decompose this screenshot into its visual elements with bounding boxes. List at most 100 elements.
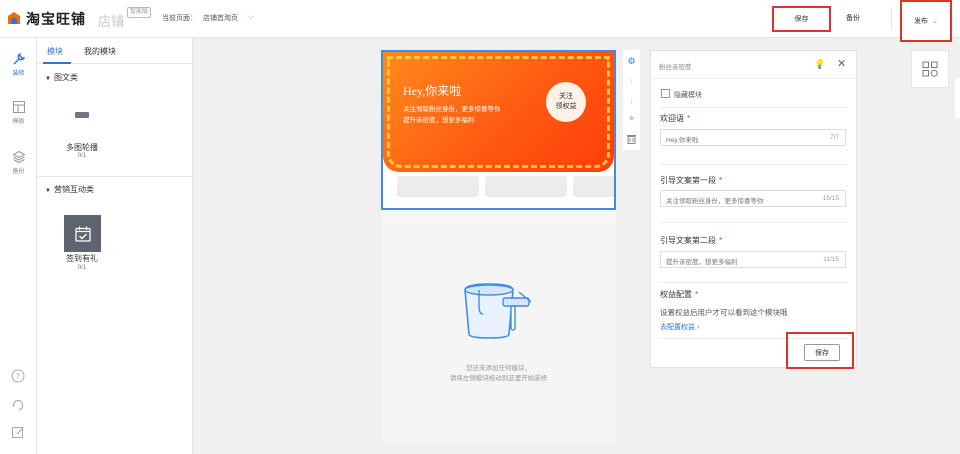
banner-title: Hey,你来啦 — [403, 84, 462, 98]
follow-line-2: 领权益 — [555, 103, 577, 110]
rail-item-decorate[interactable]: 装修 — [0, 52, 37, 77]
grid-add-icon — [922, 61, 938, 77]
publish-button[interactable]: 发布 ⌄ — [900, 0, 952, 42]
publish-label: 发布 — [914, 18, 929, 25]
required-marker: * — [719, 236, 723, 245]
fans-banner: Hey,你来啦 关注领取粉丝身份，更多惊喜等你 提升亲密度，想更多福利 关注 领… — [383, 52, 614, 172]
divider — [659, 107, 848, 108]
module-count: 0/1 — [77, 153, 87, 159]
group-title-label: 营销互动类 — [53, 185, 94, 194]
brand-logo[interactable]: 淘宝旺铺 — [6, 9, 86, 29]
required-marker: * — [695, 290, 699, 299]
logo-text: 淘宝旺铺 — [26, 11, 86, 27]
divider — [659, 164, 848, 165]
lightbulb-icon[interactable]: 💡 — [814, 59, 825, 70]
welcome-input[interactable]: Hey,你来啦 7/7 — [660, 129, 846, 146]
module-grid-button[interactable] — [911, 50, 949, 88]
field-label: 欢迎语 * — [660, 113, 690, 124]
placeholder-tile — [573, 176, 614, 197]
star-icon[interactable]: ★ — [626, 113, 637, 124]
arrow-up-icon[interactable]: ↑ — [626, 75, 637, 86]
char-counter: 11/15 — [823, 256, 839, 263]
chevron-down-icon: ⌄ — [932, 18, 938, 25]
module-name[interactable]: 签到有礼 — [57, 253, 107, 264]
module-tabs: 模块 我的模块 — [37, 38, 192, 64]
gear-icon[interactable]: ⚙ — [626, 56, 637, 67]
empty-drop-zone[interactable]: 您还未添加任何模块， 请将左侧模块拖动到这里开始装修 — [381, 218, 616, 442]
char-counter: 7/7 — [829, 134, 839, 141]
backup-button[interactable]: 备份 — [846, 13, 860, 23]
caret-down-icon: ▼ — [45, 188, 51, 194]
module-panel: 模块 我的模块 ▼ 图文类 多图轮播 0/1 ▼ 营销互动类 签到有礼 0/1 — [37, 38, 193, 454]
rail-item-backup[interactable]: 备份 — [0, 150, 37, 175]
paint-bucket-illustration — [464, 283, 532, 339]
module-count: 0/1 — [77, 265, 87, 271]
rail-item-label: 装修 — [12, 71, 25, 77]
divider — [659, 282, 848, 283]
svg-text:?: ? — [16, 372, 20, 381]
rail-item-label: 备份 — [12, 169, 25, 175]
save-button[interactable]: 保存 — [772, 6, 831, 32]
follow-button: 关注 领权益 — [546, 82, 586, 122]
help-icon[interactable]: ? — [10, 368, 26, 384]
current-page-label: 当前页面： — [162, 15, 197, 22]
close-icon[interactable]: ✕ — [837, 57, 846, 70]
required-marker: * — [719, 176, 723, 185]
edit-icon[interactable] — [10, 424, 26, 440]
guide-text-2-value: 提升亲密度，想更多福利 — [666, 259, 738, 266]
tab-my-modules[interactable]: 我的模块 — [84, 46, 116, 57]
char-counter: 15/15 — [822, 195, 839, 202]
field-label-text: 欢迎语 — [660, 114, 684, 123]
carousel-module-icon[interactable] — [75, 112, 89, 118]
divider — [651, 78, 856, 79]
placeholder-tile — [397, 176, 479, 197]
banner-line-1: 关注领取粉丝身份，更多惊喜等你 — [403, 106, 501, 113]
hide-module-checkbox[interactable] — [661, 89, 670, 98]
taobao-logo-icon — [6, 11, 22, 27]
field-label: 权益配置 * — [660, 289, 698, 300]
field-label-text: 权益配置 — [660, 290, 692, 299]
headset-icon[interactable] — [10, 396, 26, 412]
empty-hint-line-1: 您还未添加任何模块， — [466, 365, 531, 372]
settings-save-button[interactable]: 保存 — [804, 344, 840, 361]
required-marker: * — [687, 114, 691, 123]
rail-item-template[interactable]: 模板 — [0, 100, 37, 125]
field-label-text: 引导文案第一段 — [660, 176, 716, 185]
side-panel-tab[interactable] — [955, 78, 960, 118]
selected-module-fans-intimacy[interactable]: Hey,你来啦 关注领取粉丝身份，更多惊喜等你 提升亲密度，想更多福利 关注 领… — [381, 50, 616, 210]
configure-rights-link[interactable]: 去配置权益 › — [660, 322, 699, 332]
group-title-label: 图文类 — [53, 73, 78, 82]
divider — [659, 222, 848, 223]
divider — [37, 176, 193, 177]
placeholder-tile — [485, 176, 567, 197]
guide-text-2-input[interactable]: 提升亲密度，想更多福利 11/15 — [660, 251, 846, 268]
chevron-down-icon[interactable]: ⌵ — [247, 11, 254, 22]
arrow-down-icon[interactable]: ↓ — [626, 94, 637, 105]
group-title-marketing[interactable]: ▼ 营销互动类 — [45, 184, 94, 195]
rights-description: 设置权益后用户才可以看到这个模块哦 — [660, 308, 788, 317]
top-bar: 淘宝旺铺 店铺 智能版 当前页面： 店铺首淘页 ⌵ 保存 备份 发布 ⌄ — [0, 0, 960, 42]
empty-hint-line-2: 请将左侧模块拖动到这里开始装修 — [449, 375, 548, 382]
wrench-icon — [12, 52, 26, 66]
caret-down-icon: ▼ — [45, 76, 51, 82]
active-tab-indicator — [43, 62, 71, 64]
edition-badge: 智能版 — [127, 7, 152, 18]
module-name[interactable]: 多图轮播 — [57, 142, 107, 153]
chevron-right-icon: › — [696, 324, 700, 331]
layers-icon — [11, 150, 26, 164]
trash-icon[interactable] — [626, 133, 637, 144]
settings-title: 粉丝亲密度 — [659, 64, 692, 71]
rail-item-label: 模板 — [12, 119, 25, 125]
design-canvas: Hey,你来啦 关注领取粉丝身份，更多惊喜等你 提升亲密度，想更多福利 关注 领… — [381, 50, 616, 442]
tab-modules[interactable]: 模块 — [47, 46, 63, 57]
group-title-graphic[interactable]: ▼ 图文类 — [45, 72, 78, 83]
banner-line-2: 提升亲密度，想更多福利 — [403, 117, 475, 124]
module-toolbar: ⚙ ↑ ↓ ★ — [623, 50, 640, 150]
current-page-select[interactable]: 店铺首淘页 — [203, 13, 238, 23]
checkin-module-tile[interactable] — [64, 215, 101, 252]
template-icon — [12, 100, 26, 114]
welcome-input-value: Hey,你来啦 — [666, 137, 699, 144]
divider — [891, 8, 892, 30]
hide-module-label: 隐藏模块 — [674, 92, 702, 99]
guide-text-1-input[interactable]: 关注领取粉丝身份，更多惊喜等你 15/15 — [660, 190, 846, 207]
